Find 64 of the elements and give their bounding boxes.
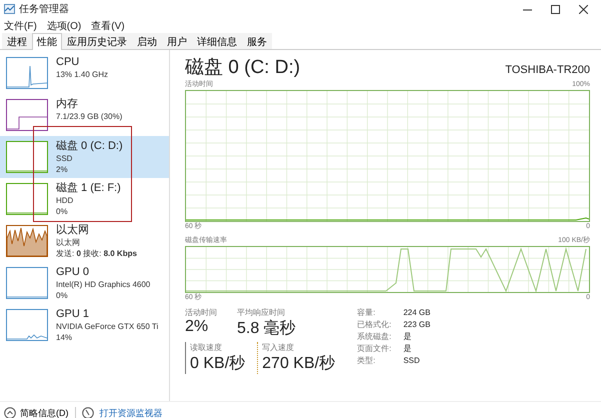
property-label: 容量: <box>357 307 376 319</box>
app-icon <box>4 4 15 14</box>
maximize-icon <box>550 4 560 14</box>
device-name: 磁盘 0 (C: D:) <box>56 139 123 153</box>
device-detail: 以太网 <box>56 237 81 248</box>
device-detail: SSD <box>56 153 74 164</box>
device-name: 以太网 <box>56 223 90 237</box>
stat-label: 平均响应时间 <box>237 307 286 318</box>
chevron-up-icon <box>4 407 16 418</box>
stat-value: 5.8 毫秒 <box>237 318 296 339</box>
device-name: 内存 <box>56 97 79 111</box>
property-value: 223 GB <box>403 319 430 331</box>
property-value: SSD <box>403 355 421 367</box>
sidebar-item[interactable]: 磁盘 1 (E: F:) HDD 0% <box>0 178 169 220</box>
tab[interactable]: 详细信息 <box>192 33 242 49</box>
tab[interactable]: 启动 <box>132 33 162 49</box>
close-icon <box>578 4 588 14</box>
menu-item[interactable]: 查看(V) <box>91 18 125 32</box>
disk-model: TOSHIBA-TR200 <box>505 64 590 76</box>
device-detail: 14% <box>56 332 74 343</box>
property-label: 系统磁盘: <box>357 331 392 343</box>
resource-monitor-link[interactable]: 打开资源监视器 <box>100 406 162 418</box>
sidebar-item[interactable]: GPU 1 NVIDIA GeForce GTX 650 Ti 14% <box>0 304 169 346</box>
device-name: 磁盘 1 (E: F:) <box>56 181 121 195</box>
details-toggle[interactable]: 简略信息(D) <box>4 406 68 418</box>
device-detail: HDD <box>56 195 74 206</box>
device-name: GPU 1 <box>56 307 90 321</box>
sidebar-item[interactable]: 内存 7.1/23.9 GB (30%) <box>0 94 169 136</box>
property-label: 类型: <box>357 355 376 367</box>
menu-item[interactable]: 选项(O) <box>46 18 82 32</box>
tab[interactable]: 用户 <box>162 33 192 49</box>
device-detail: Intel(R) HD Graphics 4600 <box>56 279 150 290</box>
device-detail: NVIDIA GeForce GTX 650 Ti <box>56 321 158 332</box>
sidebar-item[interactable]: CPU 13% 1.40 GHz <box>0 52 169 94</box>
monitor-icon <box>82 407 94 418</box>
tab[interactable]: 应用历史记录 <box>62 33 132 49</box>
sidebar-item[interactable]: 磁盘 0 (C: D:) SSD 2% <box>0 136 169 178</box>
sidebar-item[interactable]: GPU 0 Intel(R) HD Graphics 4600 0% <box>0 262 169 304</box>
tab[interactable]: 服务 <box>242 33 272 49</box>
device-detail: 发送: 0 接收: 8.0 Kbps <box>56 248 137 259</box>
property-value: 224 GB <box>403 307 430 319</box>
device-detail: 2% <box>56 164 69 175</box>
stat-label: 写入速度 <box>262 342 296 353</box>
stat-label: 活动时间 <box>185 307 217 318</box>
device-detail: 0% <box>56 290 69 301</box>
window-title: 任务管理器 <box>19 3 69 16</box>
stat-label: 读取速度 <box>190 342 223 353</box>
tab[interactable]: 性能 <box>32 33 62 50</box>
property-label: 页面文件: <box>357 343 392 355</box>
tab[interactable]: 进程 <box>2 33 32 49</box>
device-name: CPU <box>56 55 80 69</box>
sidebar-item[interactable]: 以太网 以太网 发送: 0 接收: 8.0 Kbps <box>0 220 169 262</box>
device-name: GPU 0 <box>56 265 90 279</box>
property-label: 已格式化: <box>357 319 392 331</box>
stat-value: 2% <box>185 318 210 336</box>
stat-value: 270 KB/秒 <box>262 354 336 374</box>
device-detail: 0% <box>56 206 69 217</box>
disk-title: 磁盘 0 (C: D:) <box>185 56 300 80</box>
stat-value: 0 KB/秒 <box>190 354 246 374</box>
device-detail: 13% 1.40 GHz <box>56 69 108 80</box>
menu-item[interactable]: 文件(F) <box>4 18 37 32</box>
device-detail: 7.1/23.9 GB (30%) <box>56 111 122 122</box>
property-value: 是 <box>403 343 412 355</box>
property-value: 是 <box>403 331 412 343</box>
